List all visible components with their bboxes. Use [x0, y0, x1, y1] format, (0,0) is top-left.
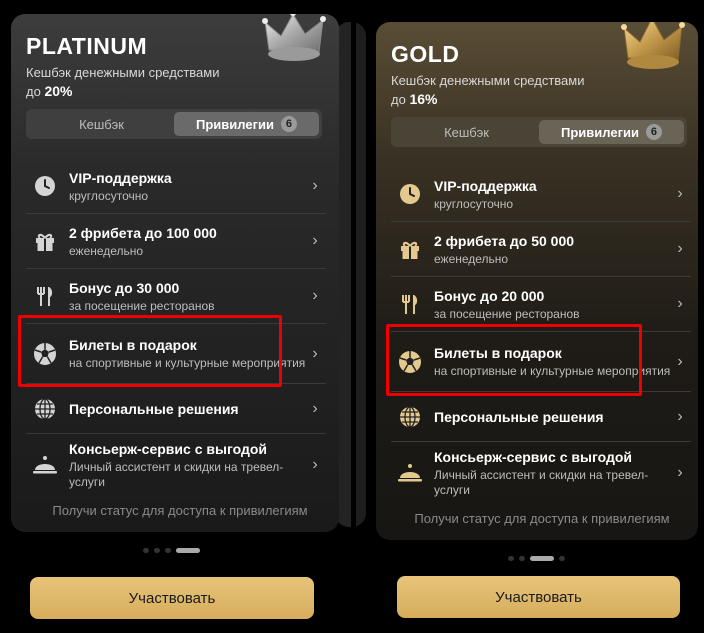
- chevron-right-icon: ›: [677, 185, 683, 202]
- pagination-dot[interactable]: [143, 548, 149, 553]
- prev-card-peek: [356, 22, 366, 527]
- gift-icon: [398, 237, 422, 261]
- status-access-note: Получи статус для доступа к привилегиям: [414, 511, 670, 526]
- clock-icon: [33, 174, 57, 198]
- pagination-dot[interactable]: [165, 548, 171, 553]
- fork-knife-icon: [398, 292, 422, 316]
- chevron-right-icon: ›: [677, 240, 683, 257]
- participate-button[interactable]: Участвовать: [397, 576, 680, 618]
- crown-icon: [262, 14, 326, 61]
- crown-icon: [621, 22, 685, 69]
- chevron-right-icon: ›: [312, 344, 318, 362]
- privilege-item-personal-solutions[interactable]: Персональные решения ›: [26, 384, 326, 434]
- chevron-right-icon: ›: [677, 352, 683, 370]
- participate-button[interactable]: Участвовать: [30, 577, 314, 619]
- pagination-dot-active[interactable]: [530, 556, 554, 561]
- chevron-right-icon: ›: [312, 456, 318, 473]
- tier-name: GOLD: [391, 41, 460, 67]
- gold-card: GOLD Кешбэк денежными средствами до 16% …: [376, 22, 698, 540]
- chevron-right-icon: ›: [312, 287, 318, 304]
- gold-panel: GOLD Кешбэк денежными средствами до 16% …: [356, 0, 704, 633]
- pagination-dot[interactable]: [559, 556, 565, 561]
- carousel-pagination: [508, 556, 565, 561]
- tab-bar: Кешбэк Привилегии 6: [26, 109, 322, 139]
- tab-privileges[interactable]: Привилегии 6: [174, 112, 319, 136]
- chevron-right-icon: ›: [677, 295, 683, 312]
- gift-icon: [33, 229, 57, 253]
- pagination-dot[interactable]: [508, 556, 514, 561]
- tab-privileges[interactable]: Привилегии 6: [539, 120, 684, 144]
- pagination-dot[interactable]: [519, 556, 525, 561]
- chevron-right-icon: ›: [312, 177, 318, 194]
- privilege-item-freebets[interactable]: 2 фрибета до 100 000 еженедельно ›: [26, 214, 326, 269]
- red-highlight-box: [386, 324, 642, 396]
- pagination-dot[interactable]: [154, 548, 160, 553]
- status-access-note: Получи статус для доступа к привилегиям: [52, 503, 308, 518]
- privilege-item-vip-support[interactable]: VIP-поддержка круглосуточно ›: [26, 159, 326, 214]
- privilege-item-concierge[interactable]: Консьерж-сервис с выгодой Личный ассистен…: [391, 442, 691, 504]
- red-highlight-box: [18, 315, 282, 387]
- clock-icon: [398, 182, 422, 206]
- chevron-right-icon: ›: [312, 399, 318, 417]
- privileges-count-badge: 6: [645, 124, 662, 140]
- tab-cashback[interactable]: Кешбэк: [394, 120, 539, 144]
- cloche-icon: [33, 453, 57, 477]
- pagination-dot-active[interactable]: [176, 548, 200, 553]
- cashback-description: Кешбэк денежными средствами до 20%: [26, 65, 220, 99]
- platinum-panel: PLATINUM Кешбэк денежными средствами до …: [0, 0, 351, 633]
- tab-cashback[interactable]: Кешбэк: [29, 112, 174, 136]
- globe-icon: [398, 405, 422, 429]
- cashback-description: Кешбэк денежными средствами до 16%: [391, 73, 585, 107]
- carousel-pagination: [143, 548, 200, 553]
- privilege-item-vip-support[interactable]: VIP-поддержка круглосуточно ›: [391, 167, 691, 222]
- globe-icon: [33, 397, 57, 421]
- cloche-icon: [398, 461, 422, 485]
- privilege-item-freebets[interactable]: 2 фрибета до 50 000 еженедельно ›: [391, 222, 691, 277]
- tab-bar: Кешбэк Привилегии 6: [391, 117, 687, 147]
- chevron-right-icon: ›: [677, 464, 683, 481]
- chevron-right-icon: ›: [677, 407, 683, 425]
- privilege-item-concierge[interactable]: Консьерж-сервис с выгодой Личный ассистен…: [26, 434, 326, 496]
- privileges-count-badge: 6: [280, 116, 297, 132]
- chevron-right-icon: ›: [312, 232, 318, 249]
- platinum-card: PLATINUM Кешбэк денежными средствами до …: [11, 14, 339, 532]
- tier-name: PLATINUM: [26, 33, 148, 59]
- privilege-item-personal-solutions[interactable]: Персональные решения ›: [391, 392, 691, 442]
- fork-knife-icon: [33, 284, 57, 308]
